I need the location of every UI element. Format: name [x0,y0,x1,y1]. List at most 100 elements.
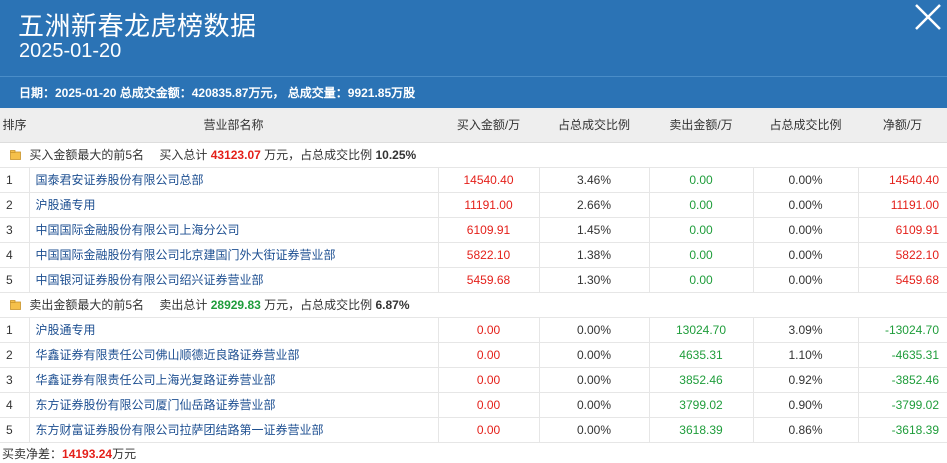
net-amount-cell: 5822.10 [857,242,947,268]
branch-name-link[interactable]: 中国国际金融股份有限公司北京建国门外大街证券营业部 [28,242,438,268]
col-header-sell: 卖出金额/万 [649,108,753,143]
sell-ratio-cell: 0.86% [752,417,858,443]
net-diff-value: 14193.24 [62,446,113,461]
buy-amount-cell: 0.00 [437,317,539,343]
sell-section-label: 卖出金额最大的前5名 [29,298,145,312]
rank-cell: 1 [0,317,29,343]
sell-amount-cell: 13024.70 [648,317,753,343]
sell-ratio-cell: 0.90% [752,392,858,418]
buy-ratio-cell: 1.45% [538,217,649,243]
buy-amount-cell: 0.00 [437,417,539,443]
sell-amount-cell: 3618.39 [648,417,753,443]
buy-ratio-cell: 0.00% [538,317,649,343]
branch-name-link[interactable]: 中国银河证券股份有限公司绍兴证券营业部 [28,267,438,293]
sell-section-header: 卖出金额最大的前5名 卖出总计 28929.83 万元，占总成交比例 6.87% [0,292,947,318]
sell-ratio-cell: 0.00% [752,192,858,218]
net-amount-cell: 6109.91 [857,217,947,243]
net-amount-cell: -4635.31 [857,342,947,368]
net-difference: 买卖净差：14193.24万元 [0,443,947,463]
sell-amount-cell: 3799.02 [648,392,753,418]
dragon-tiger-table: 排序 营业部名称 买入金额/万 占总成交比例 卖出金额/万 占总成交比例 净额/… [0,108,947,443]
buy-ratio-cell: 0.00% [538,367,649,393]
col-header-sell-ratio: 占总成交比例 [753,108,858,143]
close-icon[interactable] [913,2,943,32]
table-row: 4 东方证券股份有限公司厦门仙岳路证券营业部 0.00 0.00% 3799.02 0.9… [0,392,947,418]
buy-ratio-cell: 0.00% [538,392,649,418]
trade-summary: 日期：2025-01-20 总成交金额：420835.87万元， 总成交量：99… [0,76,947,108]
branch-name-link[interactable]: 华鑫证券有限责任公司上海光复路证券营业部 [28,367,438,393]
branch-name-link[interactable]: 东方财富证券股份有限公司拉萨团结路第一证券营业部 [28,417,438,443]
branch-name-link[interactable]: 华鑫证券有限责任公司佛山顺德近良路证券营业部 [28,342,438,368]
net-amount-cell: 14540.40 [857,167,947,193]
sell-amount-cell: 0.00 [648,242,753,268]
col-header-net: 净额/万 [858,108,947,143]
rank-cell: 5 [0,267,29,293]
net-amount-cell: 5459.68 [857,267,947,293]
branch-name-link[interactable]: 国泰君安证券股份有限公司总部 [28,167,438,193]
sell-unit-text: 万元，占总成交比例 [264,298,373,312]
buy-ratio-cell: 2.66% [538,192,649,218]
table-row: 3 中国国际金融股份有限公司上海分公司 6109.91 1.45% 0.00 0.00% 6… [0,217,947,243]
col-header-name: 营业部名称 [29,108,438,143]
buy-total-prefix: 买入总计 [159,148,208,162]
sell-ratio-cell: 0.92% [752,367,858,393]
buy-amount-cell: 14540.40 [437,167,539,193]
sell-ratio-cell: 0.00% [752,217,858,243]
sell-amount-cell: 0.00 [648,267,753,293]
sell-amount-cell: 3852.46 [648,367,753,393]
buy-total-value: 43123.07 [210,148,261,162]
buy-amount-cell: 5822.10 [437,242,539,268]
page-date: 2025-01-20 [19,40,122,62]
buy-amount-cell: 0.00 [437,342,539,368]
buy-ratio-cell: 0.00% [538,342,649,368]
sell-ratio-cell: 0.00% [752,242,858,268]
sell-ratio-cell: 3.09% [752,317,858,343]
buy-total-ratio: 10.25% [375,148,417,162]
buy-ratio-cell: 1.30% [538,267,649,293]
buy-amount-cell: 6109.91 [437,217,539,243]
table-row: 5 东方财富证券股份有限公司拉萨团结路第一证券营业部 0.00 0.00% 3618.3… [0,417,947,443]
buy-unit-text: 万元，占总成交比例 [264,148,373,162]
rank-cell: 5 [0,417,29,443]
rank-cell: 3 [0,217,29,243]
rank-cell: 4 [0,392,29,418]
rank-cell: 3 [0,367,29,393]
net-amount-cell: -13024.70 [857,317,947,343]
col-header-buy: 买入金额/万 [438,108,539,143]
buy-ratio-cell: 1.38% [538,242,649,268]
sell-amount-cell: 0.00 [648,192,753,218]
branch-name-link[interactable]: 东方证券股份有限公司厦门仙岳路证券营业部 [28,392,438,418]
buy-amount-cell: 0.00 [437,367,539,393]
sell-ratio-cell: 0.00% [752,167,858,193]
buy-section-header: 买入金额最大的前5名 买入总计 43123.07 万元，占总成交比例 10.25… [0,142,947,168]
buy-ratio-cell: 0.00% [538,417,649,443]
buy-amount-cell: 0.00 [437,392,539,418]
col-header-rank: 排序 [0,108,29,143]
rank-cell: 2 [0,192,29,218]
section-folder-icon [10,150,21,160]
rank-cell: 4 [0,242,29,268]
rank-cell: 2 [0,342,29,368]
branch-name-link[interactable]: 中国国际金融股份有限公司上海分公司 [28,217,438,243]
buy-amount-cell: 11191.00 [437,192,539,218]
sell-ratio-cell: 0.00% [752,267,858,293]
sell-total-ratio: 6.87% [375,298,410,312]
net-amount-cell: 11191.00 [857,192,947,218]
sell-amount-cell: 4635.31 [648,342,753,368]
header-panel: 五洲新春龙虎榜数据 2025-01-20 日期：2025-01-20 总成交金额… [0,0,947,108]
sell-ratio-cell: 1.10% [752,342,858,368]
sell-amount-cell: 0.00 [648,167,753,193]
branch-name-link[interactable]: 沪股通专用 [28,192,438,218]
table-row: 2 沪股通专用 11191.00 2.66% 0.00 0.00% 11191.00 [0,192,947,218]
buy-section-label: 买入金额最大的前5名 [29,148,145,162]
net-amount-cell: -3852.46 [857,367,947,393]
table-row: 1 沪股通专用 0.00 0.00% 13024.70 3.09% -13024.70 [0,317,947,343]
sell-total-value: 28929.83 [210,298,261,312]
sell-amount-cell: 0.00 [648,217,753,243]
branch-name-link[interactable]: 沪股通专用 [28,317,438,343]
sell-total-prefix: 卖出总计 [159,298,208,312]
table-row: 5 中国银河证券股份有限公司绍兴证券营业部 5459.68 1.30% 0.00 0.00… [0,267,947,293]
net-amount-cell: -3618.39 [857,417,947,443]
buy-amount-cell: 5459.68 [437,267,539,293]
table-row: 3 华鑫证券有限责任公司上海光复路证券营业部 0.00 0.00% 3852.46 0.9… [0,367,947,393]
